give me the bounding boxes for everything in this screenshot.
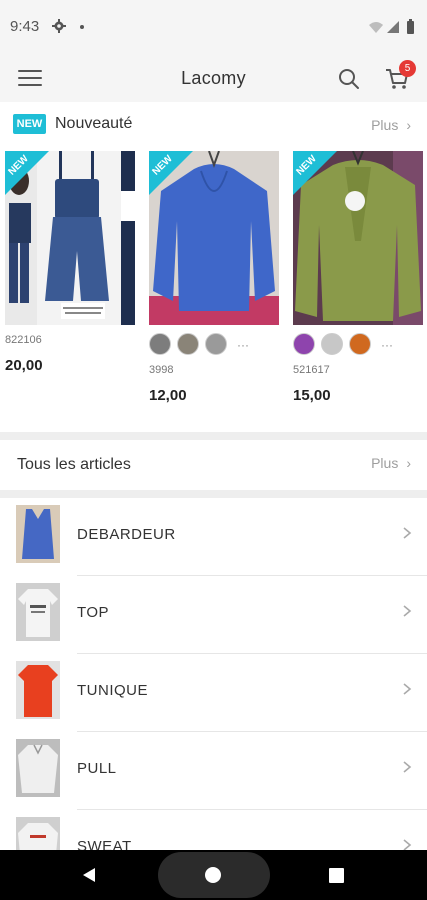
wifi-signal-battery-icon [369,19,414,34]
all-articles-title: Tous les articles [17,456,131,473]
section-divider [0,432,427,440]
color-swatch[interactable] [177,333,199,355]
product-ref: 521617 [293,364,330,376]
color-swatch[interactable] [349,333,371,355]
new-arrivals-section: NEW Nouveauté Plus › NEW 822106 20,00 NE… [0,102,427,432]
category-item-debardeur[interactable]: DEBARDEUR [0,498,427,576]
chevron-right-icon [403,683,412,695]
color-swatch[interactable] [293,333,315,355]
category-label: DEBARDEUR [77,526,176,543]
category-item-top[interactable]: TOP [0,576,427,654]
category-item-pull[interactable]: PULL [0,732,427,810]
notification-dot-icon [80,25,84,29]
category-thumbnail [16,583,60,641]
chevron-right-icon: › [406,117,411,133]
back-icon[interactable] [80,866,98,884]
chevron-right-icon: › [406,455,411,471]
color-swatch[interactable] [321,333,343,355]
chevron-right-icon [403,527,412,539]
all-articles-header: Tous les articles Plus › [0,440,427,490]
category-thumbnail [16,661,60,719]
app-header: Lacomy 5 [0,54,427,102]
status-time: 9:43 [10,18,40,35]
color-swatch[interactable] [205,333,227,355]
search-icon[interactable] [337,67,361,91]
new-arrivals-title: Nouveauté [55,115,133,132]
more-colors-icon: ··· [237,338,249,352]
chevron-right-icon [403,761,412,773]
product-card[interactable]: NEW ··· 3998 12,00 [149,151,281,404]
category-label: TOP [77,604,110,621]
system-nav-bar [0,850,427,900]
more-label: Plus [371,117,399,133]
product-price: 12,00 [149,387,187,404]
all-articles-more-link[interactable]: Plus › [371,455,411,471]
product-ref: 822106 [5,334,42,346]
category-label: TUNIQUE [77,682,148,699]
product-ref: 3998 [149,364,174,376]
product-image: NEW [293,151,423,325]
product-card[interactable]: NEW 822106 20,00 [5,151,137,374]
product-card[interactable]: NEW ··· 521617 15,00 [293,151,425,404]
new-arrivals-more-link[interactable]: Plus › [371,117,411,133]
more-label: Plus [371,455,399,471]
app-title: Lacomy [181,68,246,88]
home-icon[interactable] [205,867,221,883]
category-thumbnail [16,505,60,563]
category-item-tunique[interactable]: TUNIQUE [0,654,427,732]
product-image: NEW [149,151,279,325]
product-price: 20,00 [5,357,43,374]
category-label: PULL [77,760,117,777]
product-price: 15,00 [293,387,331,404]
category-thumbnail [16,739,60,797]
section-divider [0,490,427,498]
status-bar: 9:43 [0,0,427,54]
cart-count-badge: 5 [399,60,416,77]
recent-apps-icon[interactable] [329,868,344,883]
chevron-right-icon [403,605,412,617]
more-colors-icon: ··· [381,338,393,352]
product-image: NEW [5,151,135,325]
settings-gear-icon [52,19,66,33]
new-tag: NEW [13,114,46,134]
color-swatch[interactable] [149,333,171,355]
